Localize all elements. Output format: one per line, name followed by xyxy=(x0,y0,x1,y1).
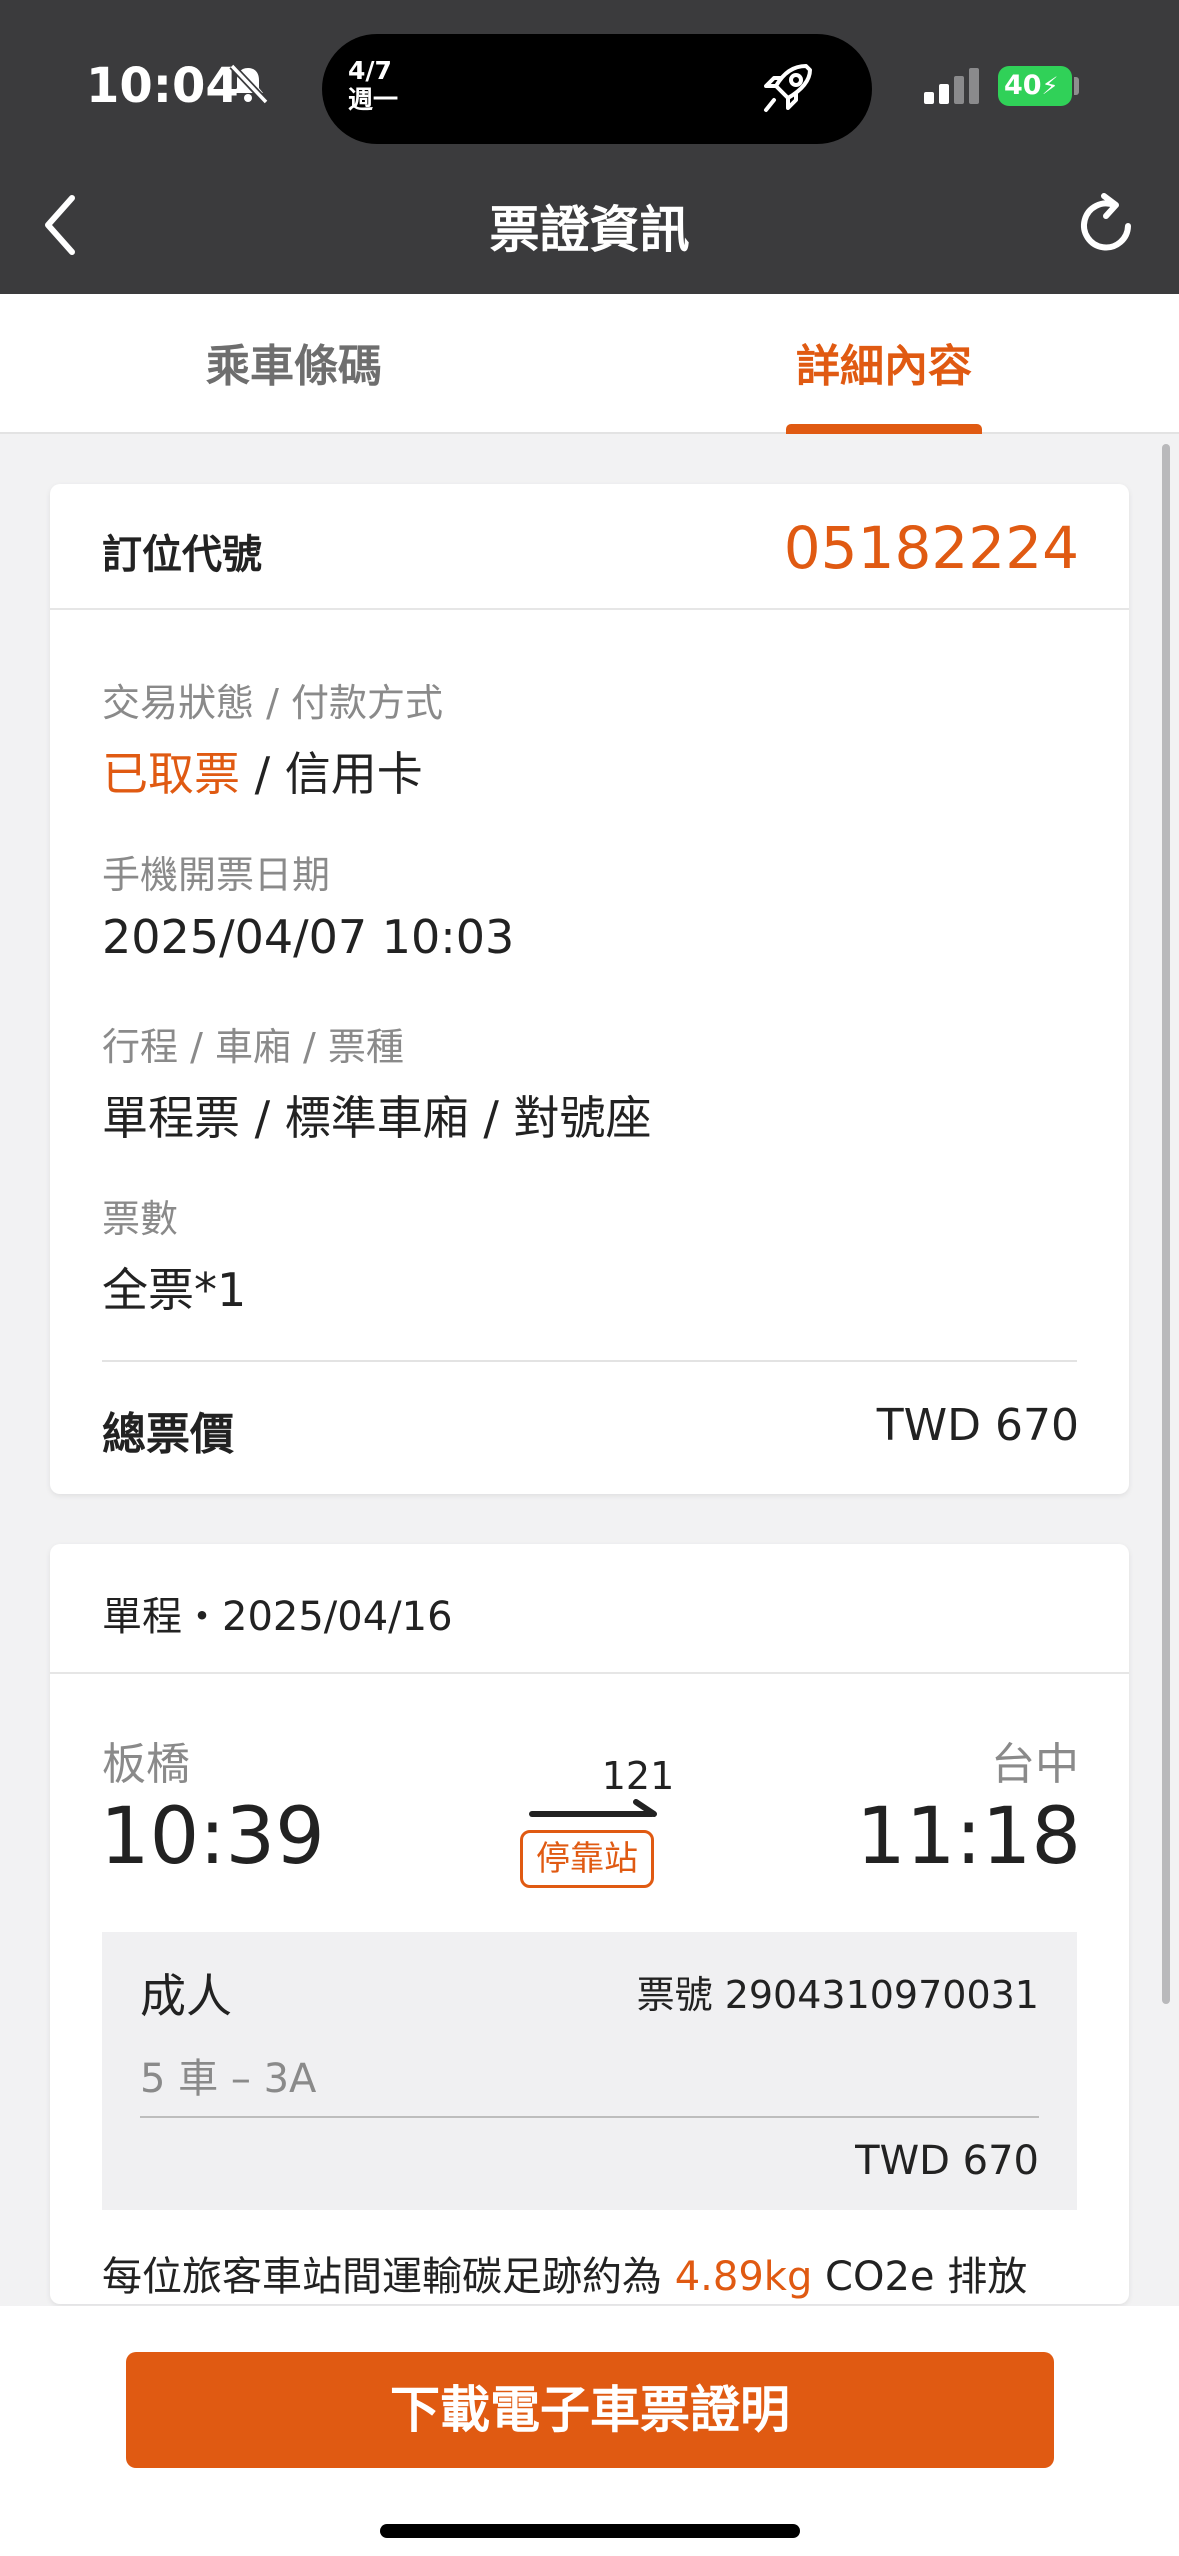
total-price: TWD 670 xyxy=(876,1400,1079,1451)
booking-card: 訂位代號 05182224 交易狀態 / 付款方式 已取票 / 信用卡 手機開票… xyxy=(50,484,1129,1494)
departure-station: 板橋 xyxy=(102,1739,190,1790)
total-divider xyxy=(102,1360,1077,1362)
issue-date: 2025/04/07 10:03 xyxy=(102,910,515,964)
tab-details[interactable]: 詳細內容 xyxy=(684,330,1084,394)
status-separator: / xyxy=(240,747,285,801)
departure-time: 10:39 xyxy=(100,1792,325,1882)
refresh-icon[interactable] xyxy=(1070,190,1142,262)
passenger-price: TWD 670 xyxy=(855,2138,1039,2184)
status-value: 已取票 / 信用卡 xyxy=(102,738,423,804)
charging-bolt-icon: ⚡ xyxy=(1041,72,1059,100)
payment-method: 信用卡 xyxy=(284,747,423,801)
card-divider xyxy=(50,1672,1129,1674)
bell-muted-icon xyxy=(229,63,269,105)
trip-label: 行程 / 車廂 / 票種 xyxy=(102,1025,404,1069)
stop-type-badge: 停靠站 xyxy=(520,1830,654,1888)
page-title: 票證資訊 xyxy=(489,201,690,259)
passenger-ticket: 成人 票號 2904310970031 5 車 – 3A TWD 670 xyxy=(102,1932,1077,2210)
carbon-value: 4.89kg xyxy=(674,2254,813,2300)
status-label: 交易狀態 / 付款方式 xyxy=(102,681,443,725)
passenger-divider xyxy=(140,2116,1039,2118)
seat-info: 5 車 – 3A xyxy=(140,2056,317,2102)
active-tab-indicator xyxy=(786,424,982,434)
ticket-count: 全票*1 xyxy=(102,1263,247,1317)
trip-card: 單程・2025/04/16 板橋 10:39 121 停靠站 台中 11:18 … xyxy=(50,1544,1129,2304)
arrival-time: 11:18 xyxy=(856,1792,1081,1882)
card-divider xyxy=(50,608,1129,610)
trip-value: 單程票 / 標準車廂 / 對號座 xyxy=(102,1091,652,1145)
ticket-status: 已取票 xyxy=(102,747,240,801)
carbon-footprint: 每位旅客車站間運輸碳足跡約為 4.89kg CO2e 排放 xyxy=(102,2244,1027,2302)
signal-icon xyxy=(924,68,979,104)
island-date: 4/7 週一 xyxy=(348,56,398,114)
total-price-label: 總票價 xyxy=(102,1409,234,1460)
arrival-station: 台中 xyxy=(991,1739,1079,1790)
passenger-type: 成人 xyxy=(140,1969,232,2023)
tab-barcode[interactable]: 乘車條碼 xyxy=(94,330,494,394)
ticket-number: 票號 2904310970031 xyxy=(636,1973,1039,2017)
train-number: 121 xyxy=(601,1754,675,1798)
battery-tip xyxy=(1074,77,1079,95)
issue-date-label: 手機開票日期 xyxy=(102,853,331,897)
status-time: 10:04 xyxy=(86,58,239,114)
dynamic-island: 4/7 週一 xyxy=(322,34,872,144)
top-bar: 10:04 4/7 週一 40⚡ 票證資訊 xyxy=(0,0,1179,294)
ticket-count-label: 票數 xyxy=(102,1197,179,1241)
battery-level: 40 xyxy=(1004,70,1042,101)
bottom-bar: 下載電子車票證明 xyxy=(0,2306,1179,2556)
island-date-day: 4/7 xyxy=(348,56,392,85)
carbon-suffix: CO2e 排放 xyxy=(812,2254,1028,2300)
download-e-ticket-button[interactable]: 下載電子車票證明 xyxy=(126,2352,1054,2468)
battery-icon: 40⚡ xyxy=(998,66,1072,106)
pnr-label: 訂位代號 xyxy=(102,532,262,578)
tab-bar: 乘車條碼 詳細內容 xyxy=(0,294,1179,434)
island-weekday: 週一 xyxy=(348,85,399,114)
trip-header: 單程・2025/04/16 xyxy=(102,1594,453,1640)
direction-arrow-icon xyxy=(529,1799,657,1817)
home-indicator[interactable] xyxy=(380,2524,800,2538)
pnr-code: 05182224 xyxy=(783,514,1079,582)
scrollbar[interactable] xyxy=(1162,444,1170,2004)
carbon-prefix: 每位旅客車站間運輸碳足跡約為 xyxy=(102,2254,675,2300)
rocket-icon xyxy=(764,64,812,112)
